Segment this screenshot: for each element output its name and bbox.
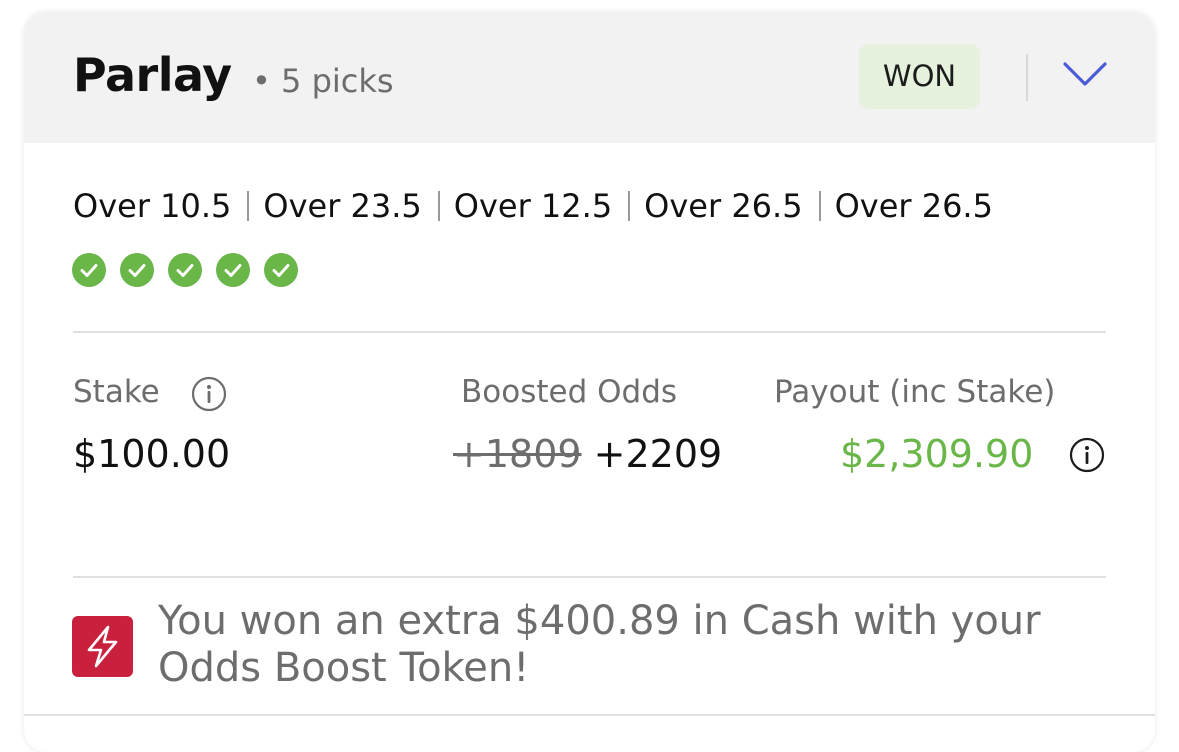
check-circle-icon (264, 253, 298, 287)
pick-count: • 5 picks (252, 62, 394, 100)
check-circle-icon (120, 253, 154, 287)
pick-separator (437, 191, 440, 221)
section-divider (73, 331, 1106, 333)
section-divider (73, 576, 1106, 578)
pick-separator (247, 191, 250, 221)
bet-card-header[interactable]: Parlay • 5 picks WON (24, 12, 1155, 143)
info-icon[interactable] (191, 376, 227, 412)
chevron-down-icon[interactable] (1062, 58, 1108, 88)
pick-separator (628, 191, 631, 221)
header-divider (1026, 54, 1028, 101)
pick-label: Over 23.5 (263, 187, 422, 225)
check-circle-icon (216, 253, 250, 287)
info-icon[interactable] (1069, 437, 1105, 473)
payout-value: $2,309.90 (840, 432, 1034, 476)
original-odds: +1809 (453, 432, 582, 476)
odds-boost-message: You won an extra $400.89 in Cash with yo… (158, 598, 1041, 691)
boosted-odds: +2209 (593, 432, 723, 476)
pick-separator (818, 191, 821, 221)
bet-card: Parlay • 5 picks WON Over 10.5 Over 23.5… (24, 12, 1155, 752)
pick-label: Over 10.5 (73, 187, 232, 225)
pick-results (72, 253, 312, 287)
lightning-bolt-icon (72, 616, 133, 677)
payout-label: Payout (inc Stake) (774, 374, 1056, 410)
check-circle-icon (72, 253, 106, 287)
card-bottom-border (24, 714, 1155, 716)
picks-list: Over 10.5 Over 23.5 Over 12.5 Over 26.5 … (73, 184, 993, 228)
check-circle-icon (168, 253, 202, 287)
stake-label: Stake (73, 374, 160, 410)
pick-label: Over 26.5 (644, 187, 803, 225)
stake-value: $100.00 (73, 432, 231, 476)
boosted-odds-value: +1809 +2209 (453, 432, 722, 476)
pick-label: Over 12.5 (453, 187, 613, 225)
status-badge: WON (859, 44, 980, 109)
bet-type-title: Parlay (73, 48, 232, 102)
boosted-odds-label: Boosted Odds (461, 374, 678, 410)
pick-label: Over 26.5 (834, 187, 993, 225)
